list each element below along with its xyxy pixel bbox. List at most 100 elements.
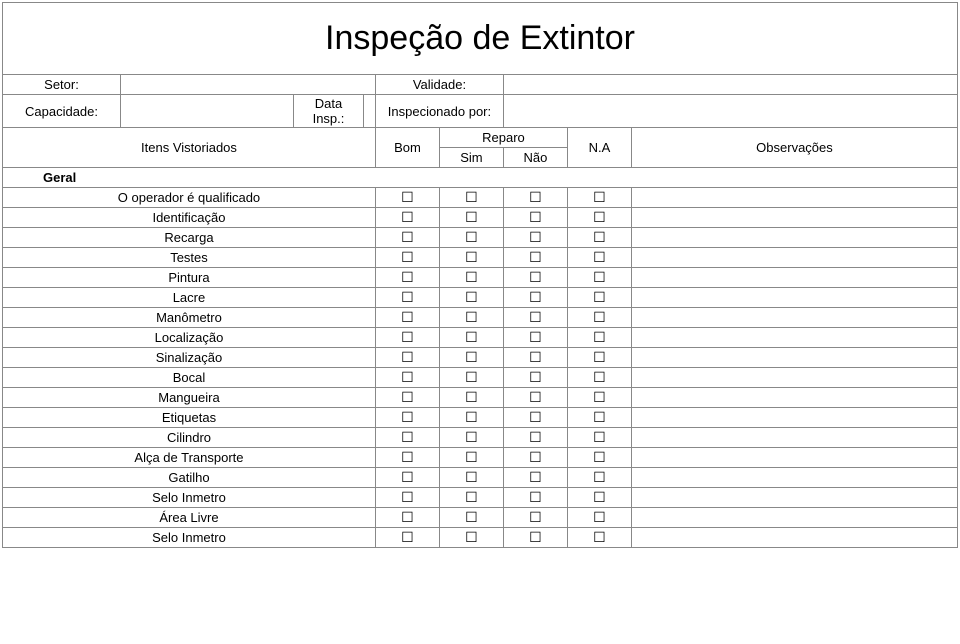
item-obs[interactable]: [631, 348, 957, 368]
item-obs[interactable]: [631, 208, 957, 228]
checkbox-bom[interactable]: ☐: [375, 328, 439, 348]
checkbox-nao[interactable]: ☐: [503, 348, 567, 368]
checkbox-bom[interactable]: ☐: [375, 308, 439, 328]
checkbox-sim[interactable]: ☐: [439, 508, 503, 528]
checkbox-nao[interactable]: ☐: [503, 308, 567, 328]
checkbox-sim[interactable]: ☐: [439, 268, 503, 288]
checkbox-nao[interactable]: ☐: [503, 248, 567, 268]
checkbox-bom[interactable]: ☐: [375, 348, 439, 368]
checkbox-na[interactable]: ☐: [567, 268, 631, 288]
item-obs[interactable]: [631, 448, 957, 468]
checkbox-bom[interactable]: ☐: [375, 468, 439, 488]
checkbox-bom[interactable]: ☐: [375, 448, 439, 468]
item-obs[interactable]: [631, 288, 957, 308]
inspecionado-por-value[interactable]: [503, 95, 957, 128]
checkbox-na[interactable]: ☐: [567, 368, 631, 388]
checkbox-sim[interactable]: ☐: [439, 528, 503, 548]
checkbox-sim[interactable]: ☐: [439, 488, 503, 508]
checkbox-sim[interactable]: ☐: [439, 188, 503, 208]
checkbox-na[interactable]: ☐: [567, 288, 631, 308]
item-obs[interactable]: [631, 188, 957, 208]
checkbox-na[interactable]: ☐: [567, 408, 631, 428]
checkbox-bom[interactable]: ☐: [375, 508, 439, 528]
checkbox-nao[interactable]: ☐: [503, 228, 567, 248]
checkbox-na[interactable]: ☐: [567, 228, 631, 248]
checkbox-nao[interactable]: ☐: [503, 408, 567, 428]
capacidade-value[interactable]: [121, 95, 294, 128]
checkbox-nao[interactable]: ☐: [503, 368, 567, 388]
checkbox-na[interactable]: ☐: [567, 208, 631, 228]
checkbox-na[interactable]: ☐: [567, 448, 631, 468]
item-obs[interactable]: [631, 228, 957, 248]
checkbox-nao[interactable]: ☐: [503, 508, 567, 528]
checkbox-sim[interactable]: ☐: [439, 408, 503, 428]
item-obs[interactable]: [631, 268, 957, 288]
item-obs[interactable]: [631, 248, 957, 268]
checkbox-bom[interactable]: ☐: [375, 248, 439, 268]
checkbox-na[interactable]: ☐: [567, 188, 631, 208]
checkbox-na[interactable]: ☐: [567, 248, 631, 268]
checkbox-sim[interactable]: ☐: [439, 348, 503, 368]
checkbox-bom[interactable]: ☐: [375, 268, 439, 288]
checkbox-sim[interactable]: ☐: [439, 248, 503, 268]
item-label: Sinalização: [3, 348, 376, 368]
item-obs[interactable]: [631, 468, 957, 488]
checkbox-na[interactable]: ☐: [567, 508, 631, 528]
checkbox-nao[interactable]: ☐: [503, 468, 567, 488]
checkbox-sim[interactable]: ☐: [439, 468, 503, 488]
checkbox-bom[interactable]: ☐: [375, 488, 439, 508]
checkbox-bom[interactable]: ☐: [375, 428, 439, 448]
header-row-1: Setor: Validade:: [3, 75, 958, 95]
checkbox-sim[interactable]: ☐: [439, 368, 503, 388]
checkbox-sim[interactable]: ☐: [439, 388, 503, 408]
item-obs[interactable]: [631, 488, 957, 508]
checkbox-bom[interactable]: ☐: [375, 528, 439, 548]
checkbox-na[interactable]: ☐: [567, 328, 631, 348]
checkbox-nao[interactable]: ☐: [503, 288, 567, 308]
validade-value[interactable]: [503, 75, 957, 95]
item-obs[interactable]: [631, 368, 957, 388]
item-row: Selo Inmetro☐☐☐☐: [3, 488, 958, 508]
checkbox-icon: ☐: [465, 389, 478, 405]
checkbox-nao[interactable]: ☐: [503, 208, 567, 228]
checkbox-bom[interactable]: ☐: [375, 188, 439, 208]
checkbox-nao[interactable]: ☐: [503, 388, 567, 408]
checkbox-sim[interactable]: ☐: [439, 308, 503, 328]
checkbox-sim[interactable]: ☐: [439, 428, 503, 448]
setor-value[interactable]: [121, 75, 376, 95]
checkbox-sim[interactable]: ☐: [439, 448, 503, 468]
item-obs[interactable]: [631, 508, 957, 528]
checkbox-bom[interactable]: ☐: [375, 208, 439, 228]
checkbox-sim[interactable]: ☐: [439, 228, 503, 248]
item-obs[interactable]: [631, 428, 957, 448]
checkbox-bom[interactable]: ☐: [375, 388, 439, 408]
checkbox-na[interactable]: ☐: [567, 488, 631, 508]
checkbox-bom[interactable]: ☐: [375, 288, 439, 308]
checkbox-na[interactable]: ☐: [567, 348, 631, 368]
checkbox-na[interactable]: ☐: [567, 428, 631, 448]
item-obs[interactable]: [631, 308, 957, 328]
item-obs[interactable]: [631, 408, 957, 428]
checkbox-bom[interactable]: ☐: [375, 408, 439, 428]
checkbox-na[interactable]: ☐: [567, 308, 631, 328]
checkbox-nao[interactable]: ☐: [503, 528, 567, 548]
checkbox-nao[interactable]: ☐: [503, 268, 567, 288]
item-obs[interactable]: [631, 528, 957, 548]
item-obs[interactable]: [631, 388, 957, 408]
checkbox-icon: ☐: [529, 449, 542, 465]
checkbox-bom[interactable]: ☐: [375, 228, 439, 248]
data-insp-value[interactable]: [363, 95, 375, 128]
checkbox-nao[interactable]: ☐: [503, 488, 567, 508]
checkbox-bom[interactable]: ☐: [375, 368, 439, 388]
checkbox-nao[interactable]: ☐: [503, 328, 567, 348]
checkbox-sim[interactable]: ☐: [439, 328, 503, 348]
checkbox-na[interactable]: ☐: [567, 468, 631, 488]
item-obs[interactable]: [631, 328, 957, 348]
checkbox-nao[interactable]: ☐: [503, 188, 567, 208]
checkbox-sim[interactable]: ☐: [439, 288, 503, 308]
checkbox-na[interactable]: ☐: [567, 528, 631, 548]
checkbox-nao[interactable]: ☐: [503, 428, 567, 448]
checkbox-sim[interactable]: ☐: [439, 208, 503, 228]
checkbox-nao[interactable]: ☐: [503, 448, 567, 468]
checkbox-na[interactable]: ☐: [567, 388, 631, 408]
